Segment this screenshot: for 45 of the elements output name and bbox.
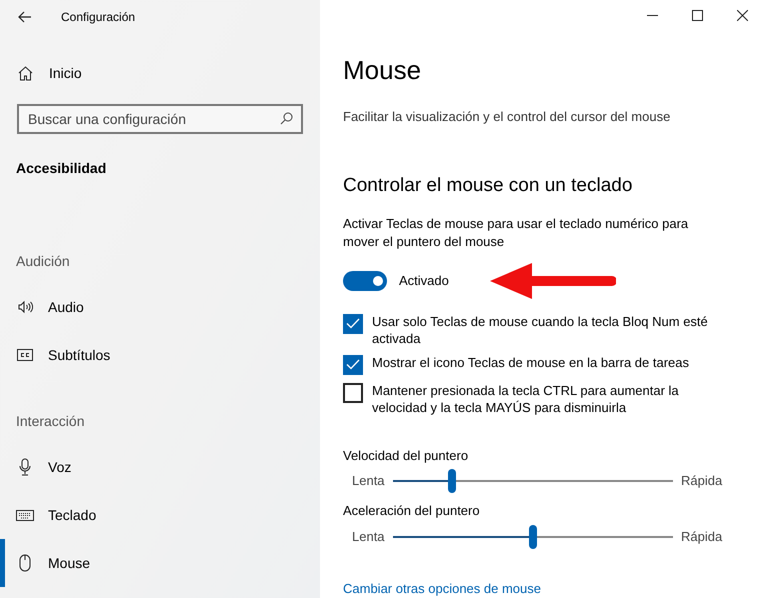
page-subtitle: Facilitar la visualización y el control del cursor del mouse [343,108,672,126]
back-arrow-icon[interactable] [18,10,31,22]
slider-label: Aceleración del puntero [343,502,481,520]
nav-item[interactable]: Audio [0,283,320,331]
nav-item[interactable]: Voz [0,443,320,491]
keyboard-icon [16,510,34,520]
microphone-icon [19,458,31,476]
slider-label: Velocidad del puntero [343,446,470,465]
checkbox-label: Usar solo Teclas de mouse cuando la tecla Bloq Num esté activada [372,312,709,346]
checkbox[interactable] [343,382,363,402]
checkbox-label: Mantener presionada la tecla CTRL para aumentar la velocidad y la tecla MAYÚS para disminuirla [372,382,680,416]
group-label: Interacción [15,412,86,431]
checkbox[interactable] [343,354,363,374]
window-title: Configuración [61,8,136,26]
checkbox[interactable] [343,314,363,334]
group-label: Audición [15,252,71,271]
slider-max-label: Rápida [681,528,722,546]
speaker-icon [17,299,33,315]
toggle-switch[interactable] [343,270,387,290]
category-heading: Accesibilidad [15,159,108,178]
home-icon [18,66,33,80]
maximize-icon[interactable] [692,10,703,21]
toggle-description: Activar Teclas de mouse para usar el teclado numérico para mover el puntero del mouse [343,214,690,250]
nav-item[interactable]: Subtítulos [0,331,320,379]
checkmark-icon [346,359,360,370]
slider-max-label: Rápida [681,472,722,490]
slider[interactable] [393,469,673,493]
slider-thumb[interactable] [529,524,537,548]
page-title: Mouse [343,54,422,86]
search-field[interactable]: Buscar una configuración [17,104,303,134]
nav-item[interactable]: Teclado [0,491,320,539]
slider-min-label: Lenta [351,472,386,490]
close-icon[interactable] [737,10,748,21]
mouse-icon [19,554,31,572]
checkbox-label: Mostrar el icono Teclas de mouse en la barra de tareas [372,354,690,370]
checkmark-icon [346,318,360,329]
closed-captions-icon [17,349,33,361]
slider-min-label: Lenta [351,528,386,546]
slider-thumb[interactable] [448,469,456,493]
toggle-state: Activado [399,272,449,290]
more-options-link[interactable]: Cambiar otras opciones de mouse [343,578,541,598]
nav-item[interactable]: Inicio [0,49,320,97]
section-title: Controlar el mouse con un teclado [343,174,634,198]
slider[interactable] [393,524,673,548]
search-icon[interactable] [280,112,293,125]
